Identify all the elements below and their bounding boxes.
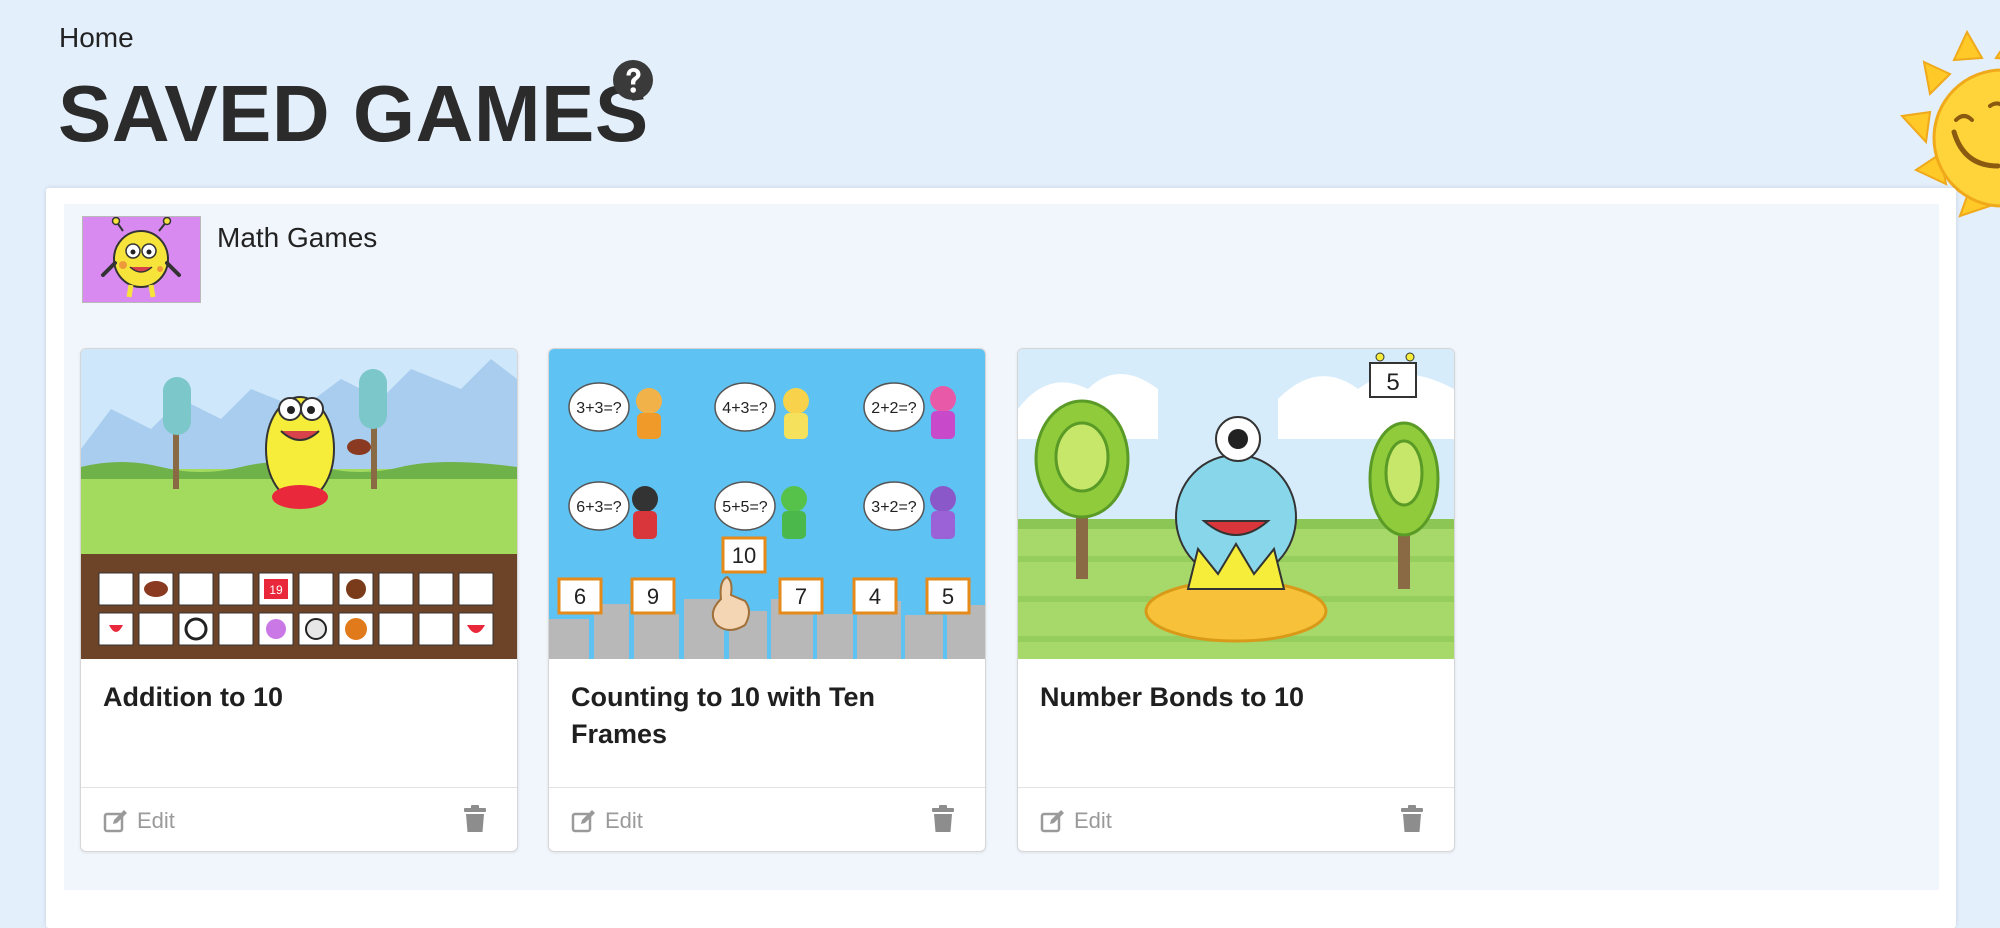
edit-icon	[103, 810, 127, 833]
help-icon[interactable]	[612, 59, 654, 101]
answer-card: 9	[647, 584, 659, 609]
game-card-footer: Edit	[1018, 787, 1454, 851]
answer-card: 5	[942, 584, 954, 609]
edit-button[interactable]: Edit	[571, 806, 643, 836]
game-card-title[interactable]: Number Bonds to 10	[1040, 679, 1430, 716]
monster-nest-icon[interactable]: 5	[1018, 349, 1454, 659]
answer-card: 7	[795, 584, 807, 609]
answer-card: 10	[732, 543, 756, 568]
yellow-monster-icon	[101, 216, 181, 298]
edit-label[interactable]: Edit	[1074, 808, 1112, 834]
edit-label[interactable]: Edit	[605, 808, 643, 834]
trash-icon[interactable]	[463, 805, 487, 833]
page-title: SAVED GAMES	[58, 69, 649, 158]
superhero-counting-icon[interactable]: 3+3=? 4+3=? 2+2=? 6+3=? 5+5=? 3+2=? 6 9	[549, 349, 985, 659]
edit-button[interactable]: Edit	[1040, 806, 1112, 836]
game-card[interactable]: 19 Addition to 10 Edit	[80, 348, 518, 852]
edit-label[interactable]: Edit	[137, 808, 175, 834]
game-card-title[interactable]: Addition to 10	[103, 679, 493, 716]
edit-button[interactable]: Edit	[103, 806, 175, 836]
game-card[interactable]: 5 Number Bonds to 10 Edit	[1017, 348, 1455, 852]
equation-bubble: 2+2=?	[871, 400, 916, 417]
answer-card: 4	[869, 584, 881, 609]
monster-addition-icon[interactable]: 19	[81, 349, 517, 659]
equation-bubble: 3+2=?	[871, 499, 916, 516]
equation-bubble: 5+5=?	[722, 499, 767, 516]
edit-icon	[571, 810, 595, 833]
equation-bubble: 6+3=?	[576, 499, 621, 516]
score-counter: 5	[1386, 369, 1399, 396]
equation-bubble: 3+3=?	[576, 400, 621, 417]
category-title: Math Games	[217, 222, 378, 253]
breadcrumb-home[interactable]: Home	[59, 22, 134, 54]
equation-bubble: 4+3=?	[722, 400, 767, 417]
game-card-footer: Edit	[549, 787, 985, 851]
game-card-footer: Edit	[81, 787, 517, 851]
trash-icon[interactable]	[931, 805, 955, 833]
edit-icon	[1040, 810, 1064, 833]
game-card-title[interactable]: Counting to 10 with Ten Frames	[571, 679, 961, 753]
grid-number-label: 19	[269, 583, 283, 597]
answer-card: 6	[574, 584, 586, 609]
trash-icon[interactable]	[1400, 805, 1424, 833]
category-thumbnail	[82, 216, 201, 303]
game-card[interactable]: 3+3=? 4+3=? 2+2=? 6+3=? 5+5=? 3+2=? 6 9	[548, 348, 986, 852]
